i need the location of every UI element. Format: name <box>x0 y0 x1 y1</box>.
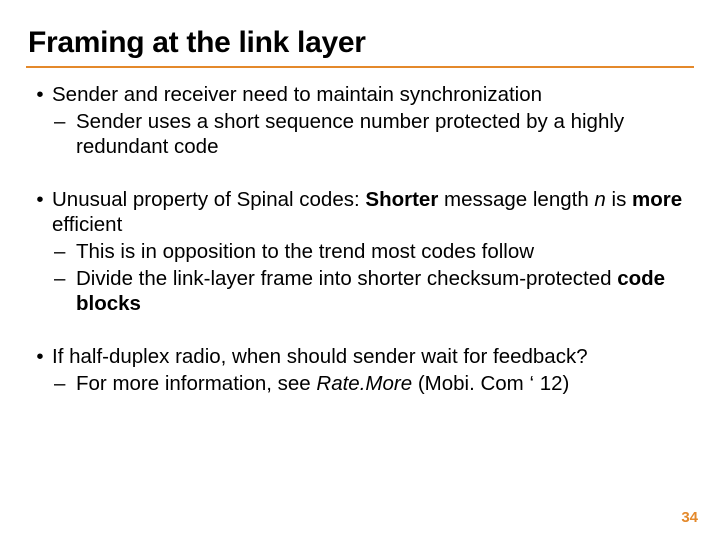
bullet-2-sub-1-text: This is in opposition to the trend most … <box>76 239 692 264</box>
text-run-bold: Shorter <box>365 188 438 211</box>
slide-body: • Sender and receiver need to maintain s… <box>28 82 692 396</box>
bullet-dash-icon: – <box>54 239 76 264</box>
bullet-dash-icon: – <box>54 371 76 396</box>
bullet-1-sub-1-text: Sender uses a short sequence number prot… <box>76 109 692 159</box>
text-run-italic: Rate.More <box>316 372 412 395</box>
text-run: For more information, see <box>76 372 316 395</box>
text-run: message length <box>438 188 594 211</box>
bullet-2: • Unusual property of Spinal codes: Shor… <box>28 187 692 237</box>
text-run: Unusual property of Spinal codes: <box>52 188 365 211</box>
bullet-3-text: If half-duplex radio, when should sender… <box>52 344 692 369</box>
text-run-italic: n <box>594 188 605 211</box>
bullet-dot-icon: • <box>28 344 52 369</box>
bullet-1-sub-1: – Sender uses a short sequence number pr… <box>54 109 692 159</box>
page-number: 34 <box>681 509 698 526</box>
bullet-dash-icon: – <box>54 109 76 159</box>
bullet-dot-icon: • <box>28 187 52 237</box>
bullet-2-sub-2: – Divide the link-layer frame into short… <box>54 266 692 316</box>
text-run: efficient <box>52 213 122 236</box>
bullet-1: • Sender and receiver need to maintain s… <box>28 82 692 107</box>
text-run: (Mobi. Com ‘ 12) <box>412 372 569 395</box>
slide-title: Framing at the link layer <box>28 26 692 60</box>
title-rule <box>26 66 694 68</box>
bullet-dash-icon: – <box>54 266 76 316</box>
bullet-3: • If half-duplex radio, when should send… <box>28 344 692 369</box>
bullet-2-sub-1: – This is in opposition to the trend mos… <box>54 239 692 264</box>
slide: Framing at the link layer • Sender and r… <box>0 0 720 540</box>
bullet-1-text: Sender and receiver need to maintain syn… <box>52 82 692 107</box>
bullet-2-sub-2-text: Divide the link-layer frame into shorter… <box>76 266 692 316</box>
bullet-dot-icon: • <box>28 82 52 107</box>
bullet-2-text: Unusual property of Spinal codes: Shorte… <box>52 187 692 237</box>
bullet-3-sub-1: – For more information, see Rate.More (M… <box>54 371 692 396</box>
text-run: is <box>606 188 632 211</box>
text-run-bold: more <box>632 188 682 211</box>
text-run: Divide the link-layer frame into shorter… <box>76 267 617 290</box>
bullet-3-sub-1-text: For more information, see Rate.More (Mob… <box>76 371 692 396</box>
